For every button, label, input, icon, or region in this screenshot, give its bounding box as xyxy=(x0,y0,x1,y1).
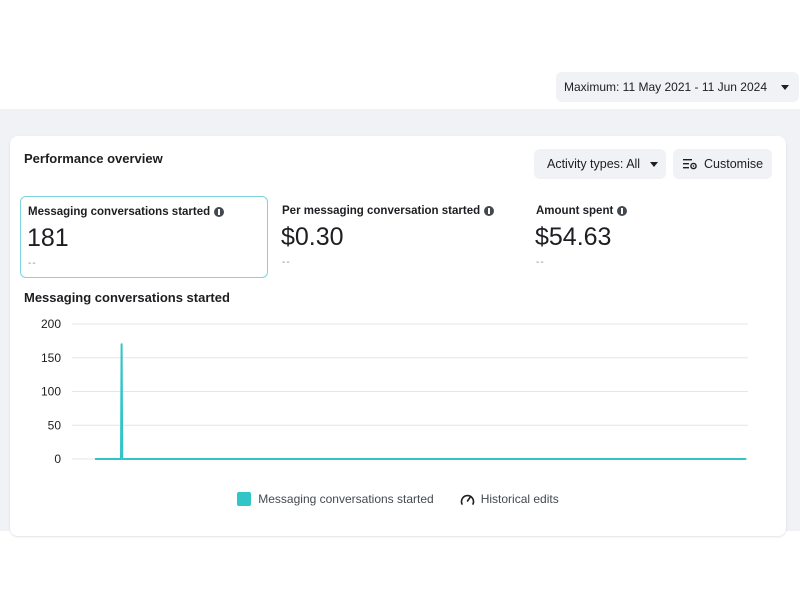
info-icon[interactable] xyxy=(617,206,628,216)
y-tick-label: 100 xyxy=(41,385,61,399)
legend-series-label: Messaging conversations started xyxy=(258,492,434,506)
line-chart: 0 50 100 150 200 11 May 1 Sep 23 Dec 15 Apr 6 Aug… xyxy=(41,317,748,466)
metric-label-row: Amount spent xyxy=(536,205,628,217)
activity-types-label: Activity types: All xyxy=(547,157,641,171)
metric-label: Per messaging conversation started xyxy=(282,205,481,217)
x-tick-label: 15 Apr xyxy=(274,464,309,466)
metric-cost-per-conversation[interactable]: Per messaging conversation started $0.30… xyxy=(281,196,521,278)
metric-value: $0.30 xyxy=(281,223,344,251)
customise-label: Customise xyxy=(704,157,764,171)
metric-value: 181 xyxy=(27,224,69,252)
x-tick-label: 27 Nov xyxy=(403,464,441,466)
legend-item-series[interactable]: Messaging conversations started xyxy=(237,492,434,506)
x-tick-label: 22 Feb xyxy=(665,464,703,466)
metric-label-row: Per messaging conversation started xyxy=(282,205,495,217)
date-range-label: Maximum: 11 May 2021 - 11 Jun 2024 xyxy=(564,80,767,94)
legend-item-historical-edits[interactable]: Historical edits xyxy=(460,492,559,506)
date-range-selector[interactable]: Maximum: 11 May 2021 - 11 Jun 2024 xyxy=(556,72,799,102)
metric-comparison: -- xyxy=(282,257,291,268)
x-tick-label: 1 Nov xyxy=(603,464,634,466)
legend-historical-label: Historical edits xyxy=(480,492,559,506)
activity-types-dropdown[interactable]: Activity types: All xyxy=(534,149,666,179)
card-title: Performance overview xyxy=(24,151,163,166)
metric-value: $54.63 xyxy=(535,223,612,251)
y-tick-label: 150 xyxy=(41,351,61,365)
series-line xyxy=(95,343,747,460)
customise-button[interactable]: Customise xyxy=(673,149,772,179)
metric-label: Messaging conversations started xyxy=(28,206,211,218)
x-tick-label: 11 May xyxy=(76,464,114,466)
caret-down-icon xyxy=(650,161,659,167)
x-tick-label: 20 Mar xyxy=(469,464,506,466)
y-tick-label: 0 xyxy=(54,452,61,466)
x-tick-label: 23 Dec xyxy=(207,464,245,466)
info-icon[interactable] xyxy=(484,206,495,216)
x-tick-label: 6 Aug xyxy=(341,464,372,466)
x-tick-label: 11 Jul xyxy=(538,464,569,466)
chart-legend: Messaging conversations started Historic… xyxy=(10,492,786,506)
y-tick-label: 200 xyxy=(41,317,61,331)
legend-swatch xyxy=(237,492,252,506)
caret-down-icon xyxy=(781,84,789,90)
x-tick-label: 1 Sep xyxy=(145,464,177,466)
gauge-icon xyxy=(460,494,474,505)
metric-comparison: -- xyxy=(536,257,545,268)
metric-messaging-conversations[interactable]: Messaging conversations started 181 -- xyxy=(20,196,268,278)
info-icon[interactable] xyxy=(214,207,225,217)
performance-overview-card: Performance overview Activity types: All… xyxy=(10,136,786,536)
metric-comparison: -- xyxy=(28,258,37,269)
metric-label: Amount spent xyxy=(536,205,614,217)
y-tick-label: 50 xyxy=(48,418,62,432)
chart-title: Messaging conversations started xyxy=(24,290,230,305)
settings-list-icon xyxy=(683,159,697,170)
metric-label-row: Messaging conversations started xyxy=(28,206,225,218)
metric-amount-spent[interactable]: Amount spent $54.63 -- xyxy=(535,196,775,278)
